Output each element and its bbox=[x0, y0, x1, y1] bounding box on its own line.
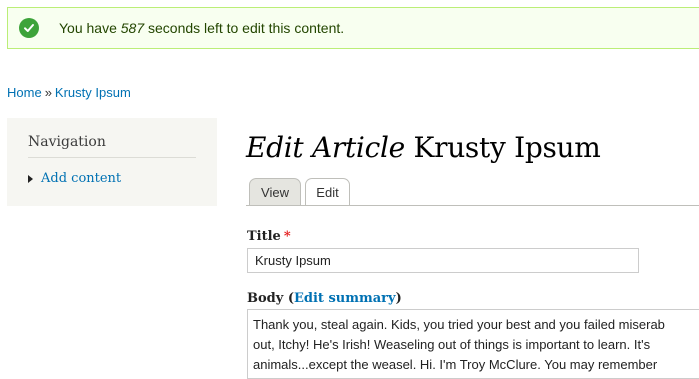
tab-view[interactable]: View bbox=[249, 178, 301, 205]
body-line: animals...except the weasel. Hi. I'm Tro… bbox=[253, 357, 658, 372]
breadcrumb: Home» Krusty Ipsum bbox=[7, 85, 131, 101]
body-label: Body (Edit summary) bbox=[247, 291, 402, 306]
page-title: Edit Article Krusty Ipsum bbox=[246, 131, 601, 164]
check-circle-icon bbox=[19, 18, 39, 38]
required-marker: * bbox=[283, 229, 291, 244]
status-message: You have 587 seconds left to edit this c… bbox=[7, 7, 699, 49]
tabs-divider bbox=[246, 205, 699, 206]
status-text: You have 587 seconds left to edit this c… bbox=[59, 20, 345, 36]
body-textarea[interactable]: Thank you, steal again. Kids, you tried … bbox=[247, 309, 699, 379]
navigation-block: Navigation Add content bbox=[7, 118, 217, 206]
navigation-title: Navigation bbox=[28, 134, 106, 150]
breadcrumb-current-link[interactable]: Krusty Ipsum bbox=[55, 85, 131, 100]
title-field[interactable] bbox=[247, 248, 639, 273]
divider bbox=[28, 157, 196, 158]
sidebar-item-label[interactable]: Add content bbox=[41, 171, 121, 186]
edit-summary-link[interactable]: Edit summary bbox=[294, 291, 396, 306]
sidebar-item-add-content[interactable]: Add content bbox=[28, 171, 121, 186]
breadcrumb-separator: » bbox=[44, 85, 52, 100]
body-line: Thank you, steal again. Kids, you tried … bbox=[253, 317, 665, 332]
breadcrumb-home-link[interactable]: Home bbox=[7, 85, 42, 100]
tab-edit[interactable]: Edit bbox=[305, 178, 350, 206]
title-label: Title * bbox=[247, 229, 291, 244]
triangle-right-icon bbox=[28, 174, 33, 183]
seconds-remaining: 587 bbox=[120, 20, 145, 36]
body-line: out, Itchy! He's Irish! Weaseling out of… bbox=[253, 337, 651, 352]
